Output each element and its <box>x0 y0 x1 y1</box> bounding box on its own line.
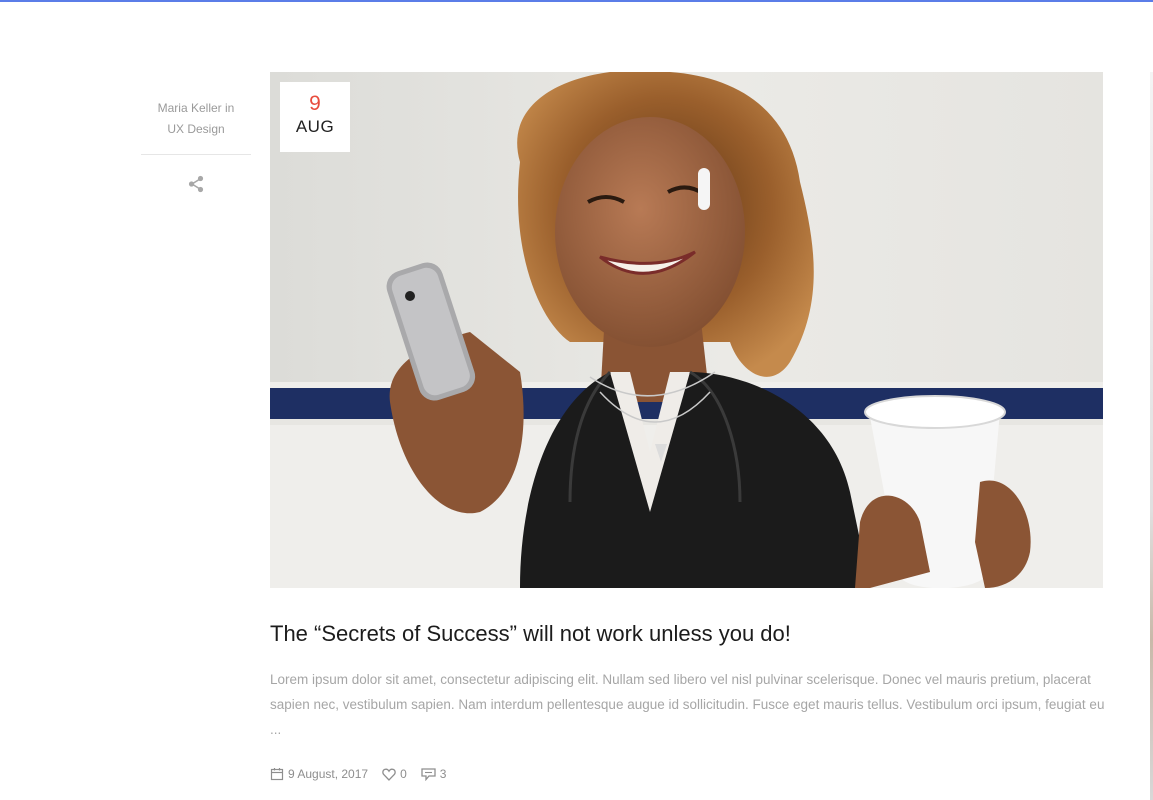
category-link[interactable]: UX Design <box>167 122 224 136</box>
post-date: 9 August, 2017 <box>270 767 368 781</box>
share-button[interactable] <box>185 173 207 195</box>
date-badge: 9 AUG <box>280 82 350 152</box>
date-month: AUG <box>295 117 335 136</box>
post-date-text: 9 August, 2017 <box>288 767 369 781</box>
comment-count: 3 <box>439 767 447 781</box>
post-excerpt: Lorem ipsum dolor sit amet, consectetur … <box>270 672 1105 737</box>
featured-image[interactable]: 9 AUG <box>270 72 1103 588</box>
share-icon <box>188 175 204 193</box>
author-link[interactable]: Maria Keller <box>158 101 222 115</box>
date-day: 9 <box>309 92 321 115</box>
comments-link[interactable]: 3 <box>421 767 447 781</box>
featured-photo <box>270 72 1103 588</box>
like-count: 0 <box>400 767 407 781</box>
author-in-label: in <box>225 101 235 115</box>
blog-post: Maria Keller in UX Design 9 AUG The “Sec… <box>0 0 1153 800</box>
post-meta: 9 August, 2017 0 3 <box>270 765 460 783</box>
post-title[interactable]: The “Secrets of Success” will not work u… <box>270 617 1110 651</box>
heart-icon <box>382 768 396 781</box>
comment-icon <box>421 767 436 781</box>
author-info: Maria Keller in UX Design <box>141 98 251 155</box>
post-sidebar-meta: Maria Keller in UX Design <box>141 98 251 195</box>
calendar-icon <box>270 768 284 781</box>
like-button[interactable]: 0 <box>382 767 407 781</box>
